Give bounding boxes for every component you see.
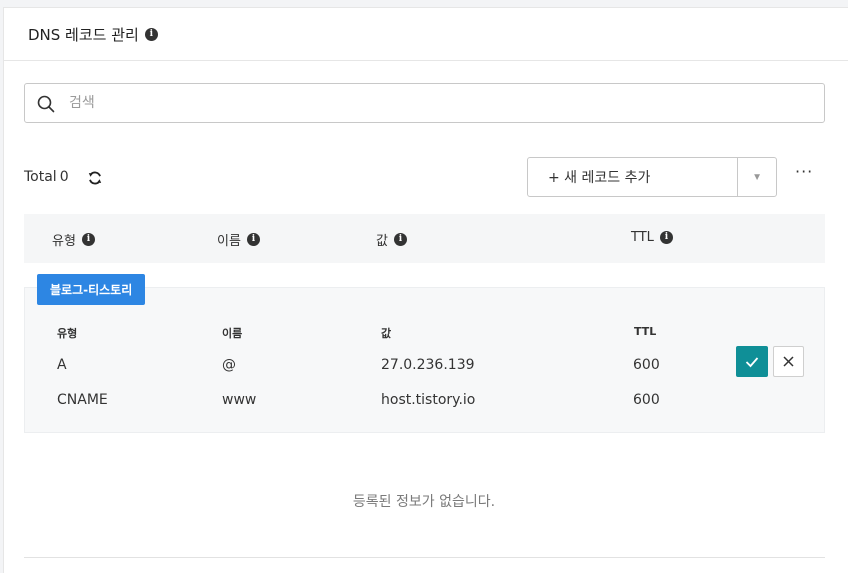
row-1-value: 27.0.236.139	[381, 357, 475, 373]
cancel-button[interactable]	[773, 346, 804, 377]
confirm-button[interactable]	[736, 346, 768, 377]
close-icon	[783, 356, 794, 367]
page-title: DNS 레코드 관리 i	[28, 24, 158, 45]
header-type: 유형 i	[52, 230, 95, 249]
add-record-control: + 새 레코드 추가 ▼	[527, 157, 777, 197]
header-name-label: 이름	[217, 234, 241, 249]
page-title-text: DNS 레코드 관리	[28, 26, 139, 44]
group-tag: 블로그-티스토리	[37, 274, 146, 305]
divider	[24, 557, 825, 558]
group-col-name: 이름	[222, 327, 243, 340]
header-type-label: 유형	[52, 234, 76, 249]
info-icon[interactable]: i	[393, 233, 407, 246]
row-1-ttl: 600	[633, 357, 660, 373]
card-header: DNS 레코드 관리 i	[4, 8, 848, 61]
more-options-icon[interactable]: ···	[795, 164, 815, 182]
row-2-ttl: 600	[633, 392, 660, 408]
row-2-value: host.tistory.io	[381, 392, 476, 408]
row-2-type: CNAME	[57, 392, 108, 408]
refresh-icon[interactable]	[87, 170, 103, 186]
group-col-value: 값	[381, 327, 392, 340]
header-value-label: 값	[376, 234, 388, 249]
check-icon	[745, 356, 759, 367]
table-header: 유형 i 이름 i 값i TTL i	[24, 214, 825, 263]
add-record-button[interactable]: + 새 레코드 추가	[528, 158, 737, 196]
chevron-down-icon: ▼	[752, 171, 763, 183]
group-col-ttl: TTL	[634, 325, 657, 338]
row-1-name: @	[222, 357, 236, 373]
add-record-dropdown-toggle[interactable]: ▼	[737, 158, 776, 196]
header-value: 값i	[376, 230, 407, 249]
info-icon[interactable]: i	[659, 231, 673, 244]
header-ttl: TTL i	[631, 230, 673, 245]
search-input[interactable]	[69, 92, 809, 114]
info-icon[interactable]: i	[144, 28, 158, 41]
search-box[interactable]	[24, 83, 825, 123]
total-counter: Total 0	[24, 169, 69, 185]
total-label: Total	[24, 169, 57, 185]
total-count: 0	[59, 169, 69, 185]
header-ttl-label: TTL	[631, 230, 654, 245]
header-name: 이름 i	[217, 230, 260, 249]
row-1-type: A	[57, 357, 67, 373]
info-icon[interactable]: i	[81, 233, 95, 246]
info-icon[interactable]: i	[246, 233, 260, 246]
empty-message: 등록된 정보가 없습니다.	[352, 494, 496, 510]
row-2-name: www	[222, 392, 257, 408]
search-icon	[37, 95, 55, 113]
group-col-type: 유형	[57, 327, 78, 340]
